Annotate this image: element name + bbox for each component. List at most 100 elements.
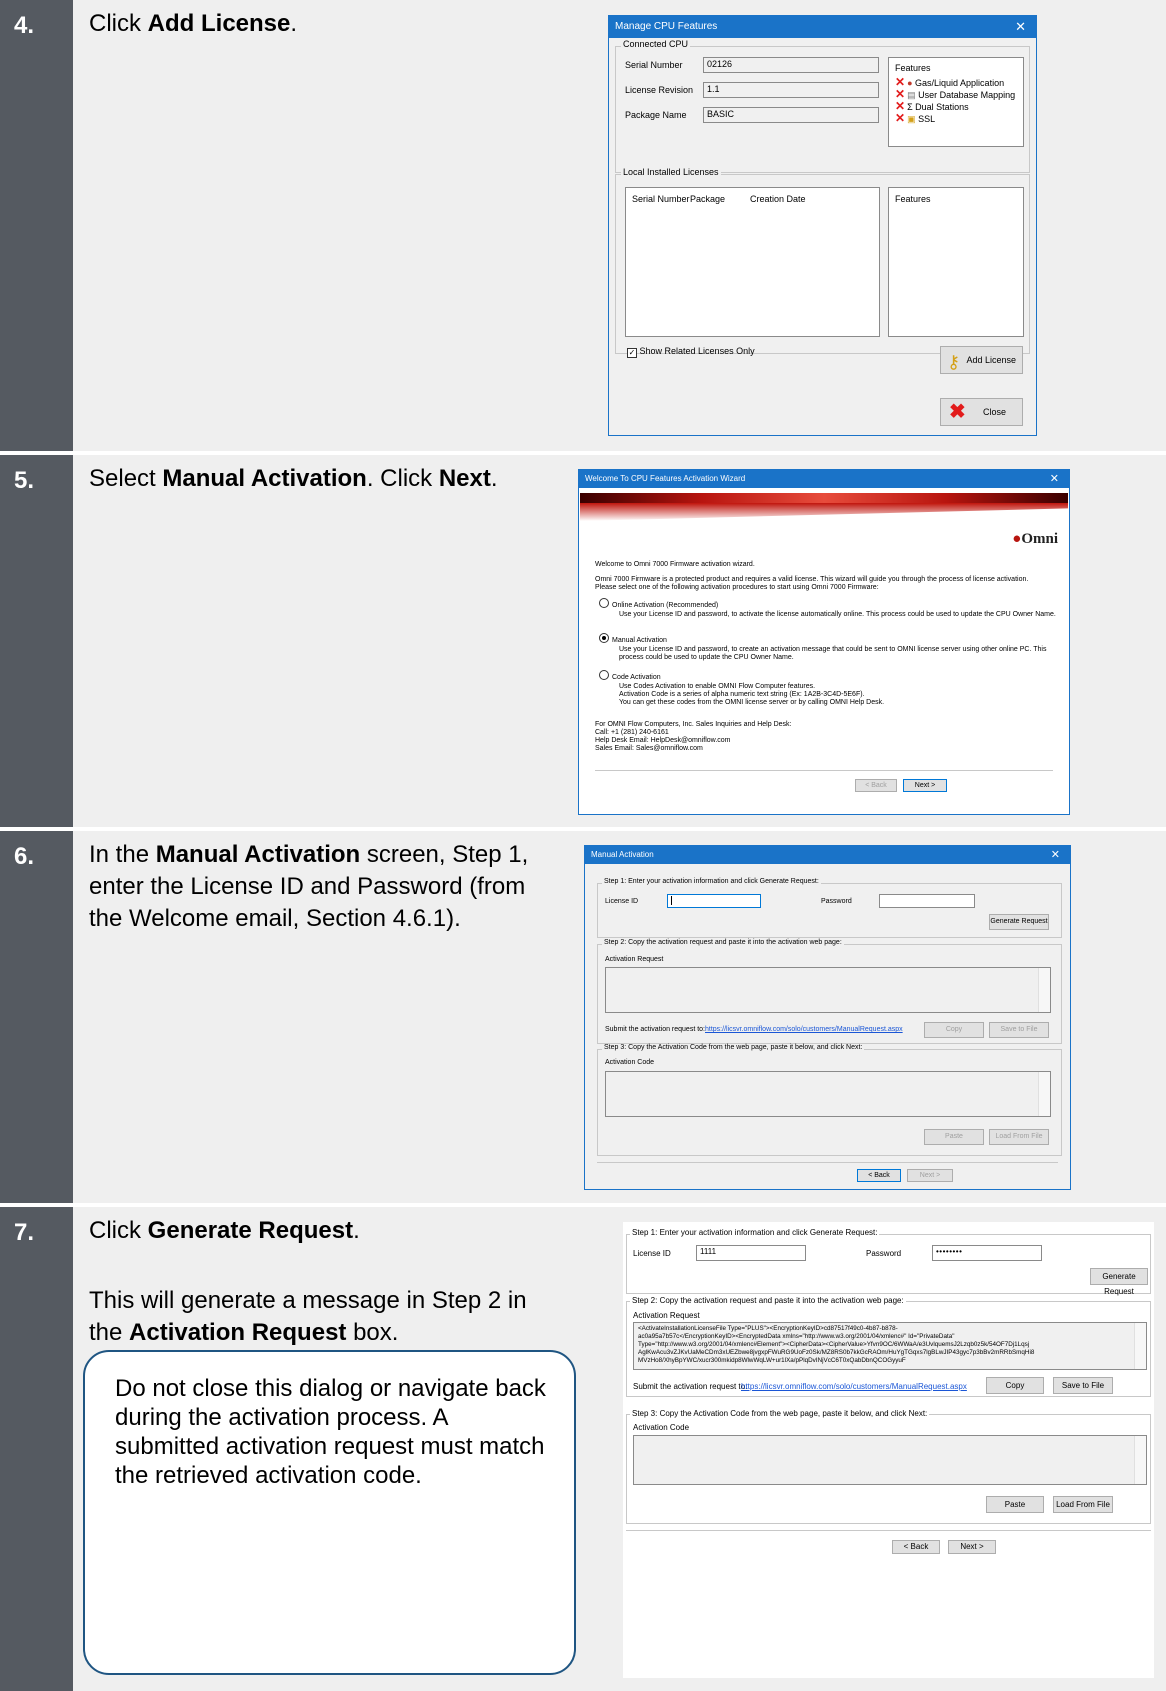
contact-line-1: For OMNI Flow Computers, Inc. Sales Inqu… (595, 721, 792, 728)
manual-activation-desc-2: process could be used to update the CPU … (619, 654, 794, 661)
license-id-label: License ID (633, 1249, 671, 1258)
step-detail: This will generate a message in Step 2 i… (89, 1287, 527, 1346)
activation-code-textarea[interactable] (633, 1435, 1147, 1485)
code-activation-desc-2: Activation Code is a series of alpha num… (619, 691, 865, 698)
red-x-icon: ✖ (949, 401, 966, 423)
show-related-label: Show Related Licenses Only (639, 346, 755, 356)
step-instruction: Click Add License. (89, 10, 298, 37)
activation-request-textarea[interactable] (605, 967, 1051, 1013)
activation-code-textarea[interactable] (605, 1071, 1051, 1117)
welcome-text: Welcome to Omni 7000 Firmware activation… (595, 561, 755, 568)
radio-icon[interactable] (599, 670, 609, 680)
generate-request-button[interactable]: Generate Request (1090, 1268, 1148, 1296)
serial-number-field: 02126 (703, 57, 879, 73)
license-id-input[interactable]: 1111 (696, 1245, 806, 1261)
dialog-title: Manage CPU Features (615, 21, 718, 32)
omni-logo-icon: ● (1012, 531, 1022, 547)
step-instruction: Select Manual Activation. Click Next. (89, 465, 498, 492)
activation-wizard-dialog: Welcome To CPU Features Activation Wizar… (578, 469, 1070, 815)
manage-cpu-features-dialog: Manage CPU Features ✕ Connected CPU Seri… (608, 15, 1037, 436)
step1-label: Step 1: Enter your activation informatio… (602, 878, 821, 885)
step3-label: Step 3: Copy the Activation Code from th… (602, 1044, 865, 1051)
license-features-list: Features (888, 187, 1024, 337)
step-row-4: 4. Click Add License. Manage CPU Feature… (0, 0, 1166, 451)
contact-line-2: Call: +1 (281) 240-6161 (595, 729, 669, 736)
scrollbar[interactable] (1134, 1323, 1146, 1369)
password-input[interactable]: •••••••• (932, 1245, 1042, 1261)
close-icon[interactable]: ✕ (1051, 848, 1060, 861)
contact-line-4: Sales Email: Sales@omniflow.com (595, 745, 703, 752)
dialog-title: Manual Activation (591, 850, 654, 859)
step1-label: Step 1: Enter your activation informatio… (630, 1228, 880, 1237)
col-creation-date[interactable]: Creation Date (750, 194, 806, 204)
step-number: 7. (0, 1207, 73, 1691)
code-activation-option[interactable]: Code Activation (599, 670, 661, 681)
license-id-input[interactable] (667, 894, 761, 908)
password-input[interactable] (879, 894, 975, 908)
back-button[interactable]: < Back (855, 779, 897, 792)
online-activation-option[interactable]: Online Activation (Recommended) (599, 598, 718, 609)
activation-url-link[interactable]: https://licsvr.omniflow.com/solo/custome… (741, 1382, 967, 1391)
scrollbar[interactable] (1134, 1436, 1146, 1484)
step-number: 5. (0, 455, 73, 827)
close-icon[interactable]: ✕ (1015, 19, 1026, 35)
activation-request-label: Activation Request (605, 956, 664, 963)
dialog-titlebar: Manage CPU Features ✕ (609, 16, 1036, 38)
add-license-button[interactable]: ⚷ Add License (940, 346, 1023, 374)
features-box: Features ✕ ● Gas/Liquid Application ✕ ▤ Us… (888, 57, 1024, 147)
next-button[interactable]: Next > (948, 1540, 996, 1554)
load-from-file-button[interactable]: Load From File (989, 1129, 1049, 1145)
step-row-6: 6. In the Manual Activation screen, Step… (0, 831, 1166, 1203)
scrollbar[interactable] (1038, 1072, 1050, 1116)
save-to-file-button[interactable]: Save to File (1053, 1377, 1113, 1394)
close-icon[interactable]: ✕ (1050, 472, 1059, 485)
serial-number-label: Serial Number (625, 60, 683, 70)
request-line: ac0a95a7b57c</EncryptionKeyID><Encrypted… (638, 1333, 955, 1340)
step-number: 4. (0, 0, 73, 451)
show-related-checkbox[interactable]: ✓ Show Related Licenses Only (627, 346, 755, 358)
manual-activation-dialog: Manual Activation ✕ Step 1: Enter your a… (584, 845, 1071, 1190)
footer-divider (597, 1162, 1058, 1163)
copy-button[interactable]: Copy (924, 1022, 984, 1038)
features-header: Features (895, 63, 931, 73)
copy-button[interactable]: Copy (986, 1377, 1044, 1394)
activation-request-label: Activation Request (633, 1311, 700, 1320)
license-id-label: License ID (605, 898, 639, 905)
col-package[interactable]: Package (690, 194, 725, 204)
radio-selected-icon[interactable] (599, 633, 609, 643)
password-label: Password (821, 898, 852, 905)
online-activation-desc: Use your License ID and password, to act… (619, 611, 1056, 618)
feature-item: ✕ ▣ SSL (895, 111, 936, 125)
generate-request-button[interactable]: Generate Request (989, 914, 1049, 930)
close-button[interactable]: ✖ Close (940, 398, 1023, 426)
back-button[interactable]: < Back (857, 1169, 901, 1182)
licenses-list[interactable]: Serial Number Package Creation Date (625, 187, 880, 337)
paste-button[interactable]: Paste (924, 1129, 984, 1145)
activation-request-textarea[interactable]: <ActivateInstallationLicenseFile Type="P… (633, 1322, 1147, 1370)
package-name-label: Package Name (625, 110, 687, 120)
radio-icon[interactable] (599, 598, 609, 608)
lock-icon: ▣ (907, 114, 916, 124)
intro-text-1: Omni 7000 Firmware is a protected produc… (595, 576, 1029, 583)
scrollbar[interactable] (1038, 968, 1050, 1012)
col-serial-number[interactable]: Serial Number (632, 194, 690, 204)
activation-url-link[interactable]: https://licsvr.omniflow.com/solo/custome… (705, 1026, 903, 1033)
step-row-7: 7. Click Generate Request. This will gen… (0, 1207, 1166, 1691)
load-from-file-button[interactable]: Load From File (1053, 1496, 1113, 1513)
next-button[interactable]: Next > (903, 779, 947, 792)
checkbox-icon[interactable]: ✓ (627, 348, 637, 358)
step-row-5: 5. Select Manual Activation. Click Next.… (0, 455, 1166, 827)
generated-request-panel: Step 1: Enter your activation informatio… (623, 1222, 1154, 1678)
dialog-titlebar: Welcome To CPU Features Activation Wizar… (579, 470, 1069, 488)
key-icon: ⚷ (947, 352, 961, 372)
back-button[interactable]: < Back (892, 1540, 940, 1554)
step1-group (626, 1234, 1151, 1294)
connected-cpu-label: Connected CPU (621, 39, 691, 49)
footer-divider (595, 770, 1053, 771)
password-label: Password (866, 1249, 902, 1258)
step2-label: Step 2: Copy the activation request and … (602, 939, 844, 946)
save-to-file-button[interactable]: Save to File (989, 1022, 1049, 1038)
paste-button[interactable]: Paste (986, 1496, 1044, 1513)
next-button[interactable]: Next > (907, 1169, 953, 1182)
manual-activation-option[interactable]: Manual Activation (599, 633, 667, 644)
